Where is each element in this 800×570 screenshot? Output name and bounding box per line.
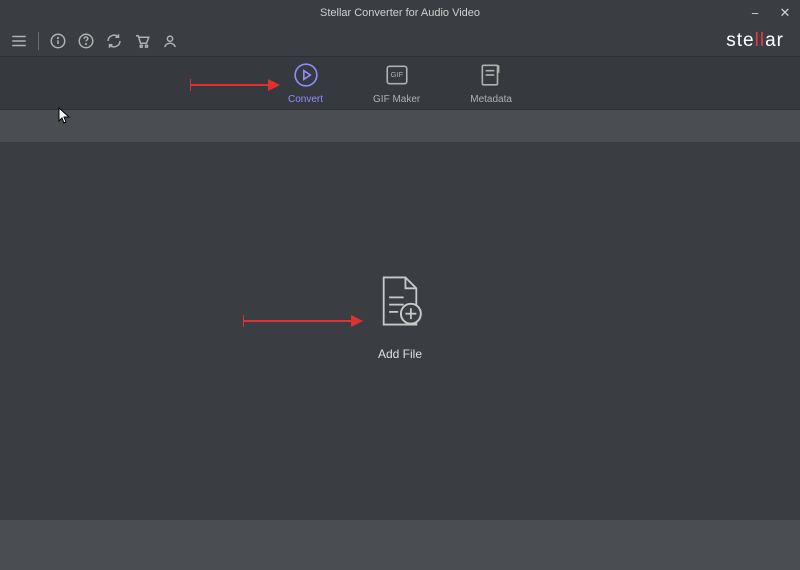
metadata-icon xyxy=(478,62,504,91)
main-content: Add File xyxy=(0,142,800,520)
footer xyxy=(0,520,800,570)
tab-gifmaker[interactable]: GIF GIF Maker xyxy=(373,62,420,105)
cart-icon[interactable] xyxy=(129,28,155,54)
add-file-label: Add File xyxy=(378,347,422,361)
tab-label: GIF Maker xyxy=(373,94,420,105)
brand-logo: stellar xyxy=(726,30,794,52)
tab-label: Metadata xyxy=(470,94,512,105)
help-icon[interactable] xyxy=(73,28,99,54)
refresh-icon[interactable] xyxy=(101,28,127,54)
user-icon[interactable] xyxy=(157,28,183,54)
divider xyxy=(38,32,39,50)
window-controls: − ✕ xyxy=(740,0,800,26)
close-button[interactable]: ✕ xyxy=(770,0,800,26)
toolbar: stellar xyxy=(0,26,800,56)
window-title: Stellar Converter for Audio Video xyxy=(320,7,480,19)
menu-icon[interactable] xyxy=(6,28,32,54)
tab-label: Convert xyxy=(288,94,323,105)
gif-icon: GIF xyxy=(384,62,410,91)
play-circle-icon xyxy=(293,62,319,91)
tab-convert[interactable]: Convert xyxy=(288,62,323,105)
add-file-button[interactable]: Add File xyxy=(371,272,429,361)
svg-text:GIF: GIF xyxy=(390,70,403,79)
tab-metadata[interactable]: Metadata xyxy=(470,62,512,105)
titlebar: Stellar Converter for Audio Video − ✕ xyxy=(0,0,800,26)
add-file-icon xyxy=(371,272,429,335)
info-icon[interactable] xyxy=(45,28,71,54)
toolbar-left xyxy=(6,28,183,54)
minimize-button[interactable]: − xyxy=(740,0,770,26)
ribbon-spacer xyxy=(0,110,800,142)
tabstrip: Convert GIF GIF Maker Metadata xyxy=(0,56,800,110)
